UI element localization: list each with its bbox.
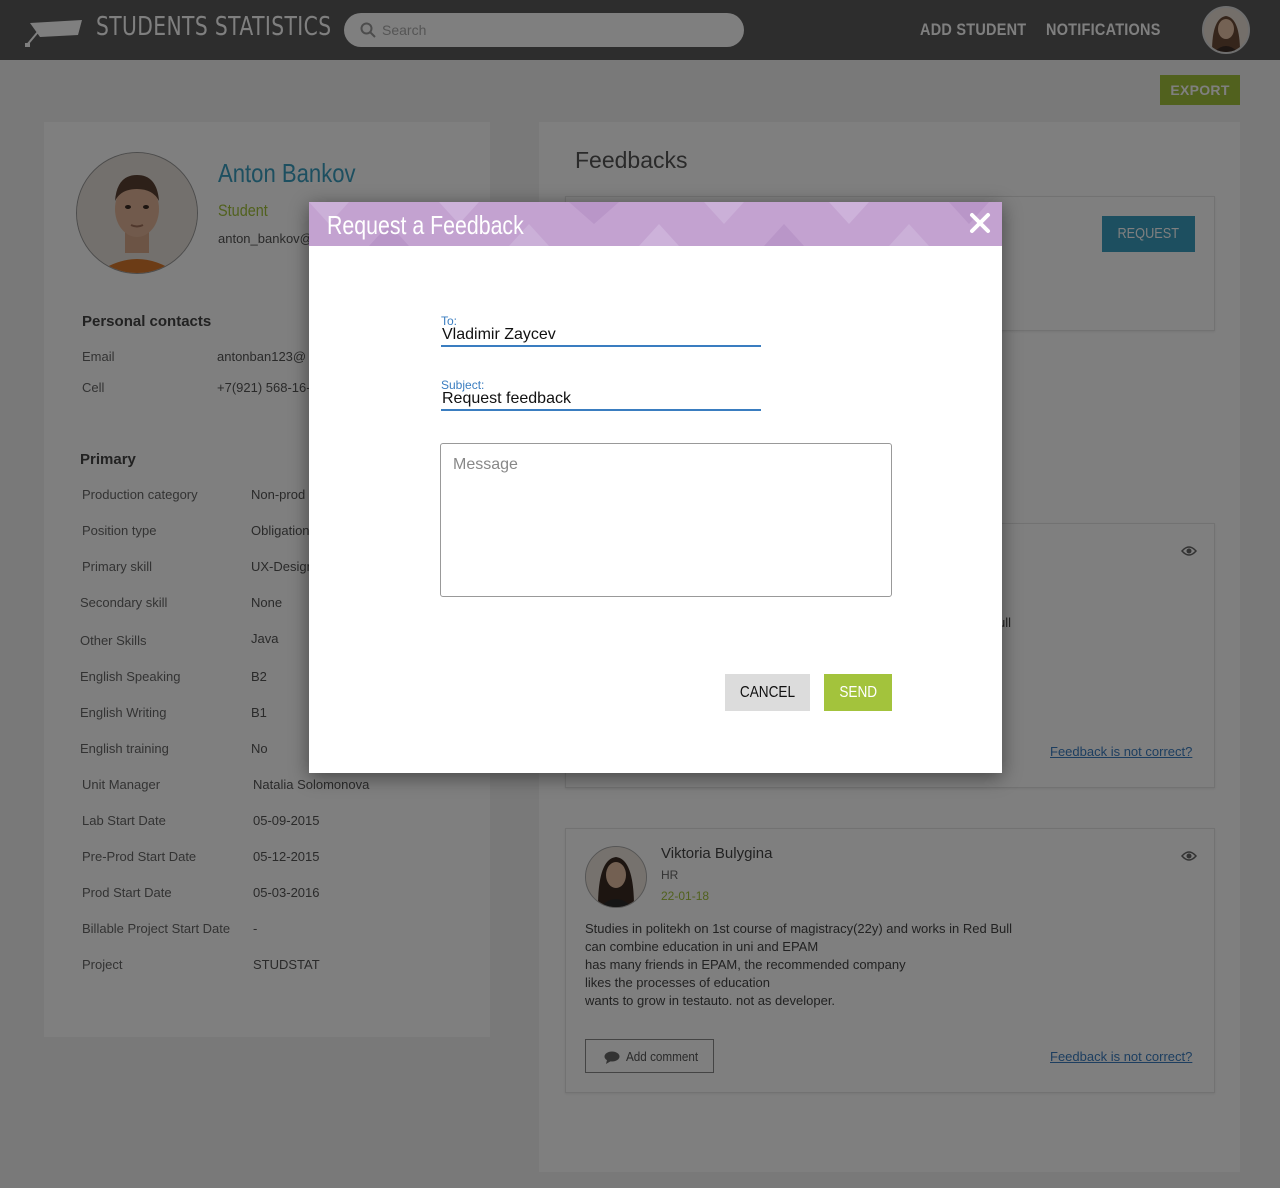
send-label: SEND bbox=[839, 683, 877, 701]
to-field[interactable] bbox=[441, 325, 761, 347]
message-textarea[interactable] bbox=[440, 443, 892, 597]
send-button[interactable]: SEND bbox=[824, 674, 892, 711]
cancel-label: CANCEL bbox=[739, 683, 796, 701]
request-feedback-dialog: Request a Feedback To: Subject: CANCEL S… bbox=[309, 202, 1002, 773]
close-icon[interactable] bbox=[969, 212, 991, 234]
dialog-title: Request a Feedback bbox=[327, 210, 524, 240]
subject-field[interactable] bbox=[441, 389, 761, 411]
dialog-header: Request a Feedback bbox=[309, 202, 1002, 246]
cancel-button[interactable]: CANCEL bbox=[725, 674, 810, 711]
